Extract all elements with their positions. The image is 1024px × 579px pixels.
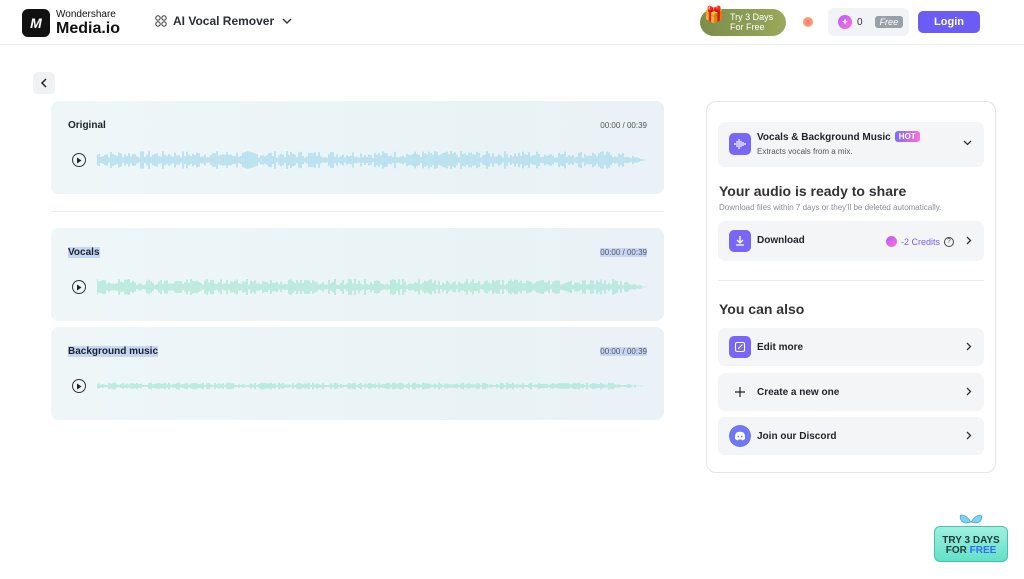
track-title: Original [68,120,106,131]
section-divider [51,211,664,212]
gift-icon: 🎁 [704,7,724,24]
credits-display[interactable]: ✦ 0 Free [828,8,909,36]
chevron-right-icon [966,236,972,245]
notification-indicator[interactable] [803,17,813,27]
play-icon [77,284,82,290]
background-music-track-card: Background music 00:00 / 00:39 [51,327,664,420]
chevron-right-icon [966,431,972,440]
chevron-right-icon [966,342,972,351]
waveform-original[interactable] [97,145,647,175]
track-time: 00:00 / 00:39 [600,347,647,356]
download-button[interactable]: Download -2 Credits ? [718,221,984,261]
waveform-icon [729,133,751,155]
action-label: Join our Discord [757,431,837,442]
play-button[interactable] [72,379,86,393]
track-time: 00:00 / 00:39 [600,248,647,257]
hot-badge: HOT [894,131,920,142]
mode-subtitle: Extracts vocals from a mix. [757,147,853,156]
join-discord-button[interactable]: Join our Discord [718,417,984,455]
action-label: Create a new one [757,387,840,398]
login-button[interactable]: Login [918,11,980,33]
result-panel: Vocals & Background Music HOT Extracts vo… [706,101,996,473]
plan-badge: Free [874,16,904,28]
edit-icon [729,336,751,358]
mode-selector[interactable]: Vocals & Background Music HOT Extracts vo… [718,122,984,167]
chevron-down-icon [282,18,292,24]
trial-line-1: Try 3 Days [730,12,774,22]
try-free-trial-button[interactable]: 🎁 Try 3 Days For Free [700,7,786,36]
gem-icon: ✦ [838,15,852,29]
track-time: 00:00 / 00:39 [600,121,647,130]
vocals-track-card: Vocals 00:00 / 00:39 [51,228,664,321]
tool-selector-dropdown[interactable]: AI Vocal Remover [155,14,292,28]
section-divider [718,280,984,281]
play-icon [77,383,82,389]
tool-selector-label: AI Vocal Remover [173,14,275,28]
also-heading: You can also [719,301,805,317]
chevron-right-icon [966,387,972,396]
help-icon[interactable]: ? [944,236,954,247]
back-button[interactable] [33,72,55,94]
promo-line-2b: FREE [969,545,997,556]
edit-more-button[interactable]: Edit more [718,328,984,366]
brand-mediaio: Media.io [56,19,121,37]
waveform-vocals[interactable] [97,272,647,302]
brand-wondershare: Wondershare [56,8,116,20]
mode-title: Vocals & Background Music [757,132,891,143]
ready-heading: Your audio is ready to share [719,183,907,199]
track-title: Vocals [68,247,100,258]
logo-icon: M [22,9,50,37]
credits-count: 0 [857,16,863,28]
download-cost: -2 Credits [900,236,940,247]
waveform-background-music[interactable] [97,371,647,401]
try-free-promo-badge[interactable]: TRY 3 DAYS FOR FREE [934,510,1008,562]
original-track-card: Original 00:00 / 00:39 [51,101,664,194]
chevron-down-icon [963,140,972,146]
trial-line-2: For Free [730,22,765,32]
track-title: Background music [68,346,159,357]
back-arrow-icon [40,78,47,88]
promo-line-2a: FOR [945,545,970,556]
download-label: Download [757,235,805,246]
discord-icon [729,425,751,447]
play-button[interactable] [72,280,86,294]
play-icon [77,157,82,163]
grid-icon [155,15,167,27]
ready-note: Download files within 7 days or they'll … [719,203,942,212]
mediaio-logo[interactable]: M Wondershare Media.io [22,9,120,37]
gem-icon [885,236,897,247]
top-navigation-bar: M Wondershare Media.io AI Vocal Remover … [0,0,1024,45]
download-icon [729,230,751,252]
plus-icon [729,381,751,403]
action-label: Edit more [757,342,804,353]
play-button[interactable] [72,153,86,167]
create-new-button[interactable]: Create a new one [718,373,984,411]
